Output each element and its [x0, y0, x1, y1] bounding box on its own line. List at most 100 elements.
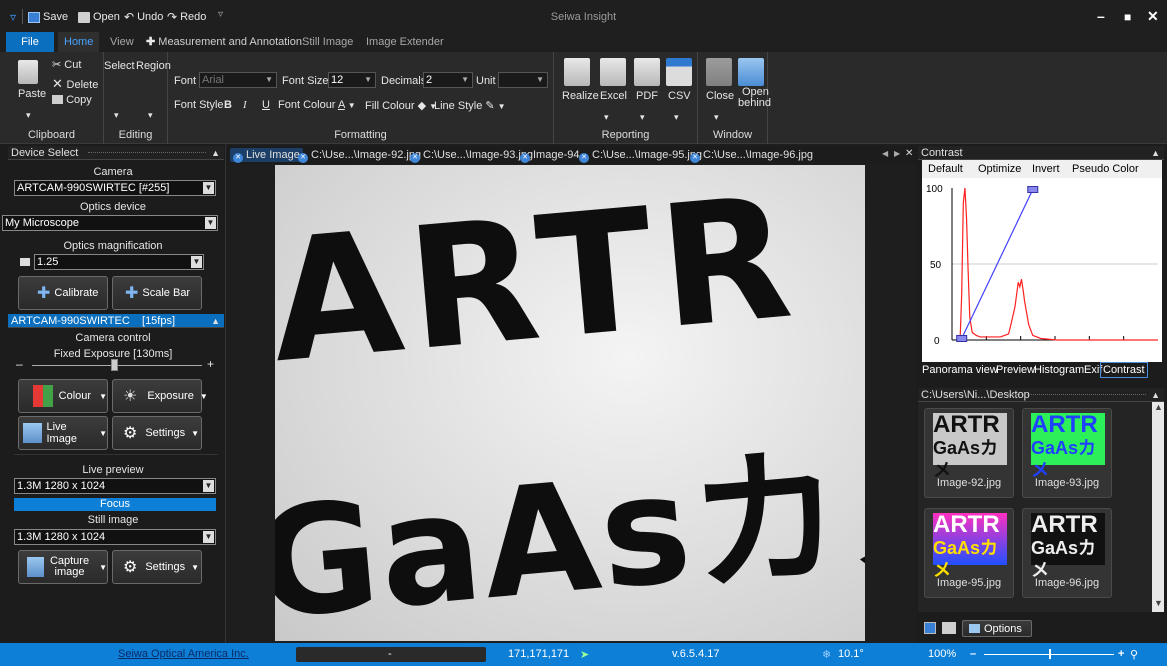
scroll-up-icon[interactable]: ▲ — [1154, 402, 1163, 412]
pdf-button[interactable]: PDF — [636, 90, 658, 102]
contrast-tab-optimize[interactable]: Optimize — [978, 163, 1021, 175]
close-icon[interactable]: ✕ — [579, 153, 589, 163]
curve-handle[interactable] — [956, 334, 968, 342]
zoom-out-icon[interactable]: – — [970, 648, 976, 660]
live-image-button[interactable]: Live Image ▼ — [18, 416, 108, 450]
open-behind-button-line2[interactable]: behind — [738, 97, 771, 109]
cut-button[interactable]: ✂ Cut — [52, 58, 81, 71]
zoom-slider-thumb[interactable] — [1049, 649, 1051, 659]
font-colour-button[interactable]: Font Colour A ▼ — [278, 99, 356, 111]
camera-select[interactable]: ARTCAM-990SWIRTEC [#255] ▼ — [14, 180, 216, 196]
optics-select[interactable]: My Microscope ▼ — [2, 215, 218, 231]
select-button[interactable]: Select — [104, 60, 135, 72]
pdf-dropdown-icon[interactable]: ▾ — [640, 112, 645, 123]
exposure-slider-thumb[interactable] — [110, 359, 118, 371]
scroll-down-icon[interactable]: ▼ — [1154, 598, 1163, 608]
exposure-button[interactable]: ☀ Exposure ▼ — [112, 379, 208, 413]
colour-button[interactable]: Colour ▼ — [18, 379, 108, 413]
maximize-icon[interactable]: ■ — [1124, 10, 1131, 24]
exposure-decrease[interactable]: – — [16, 357, 23, 371]
save-icon[interactable] — [924, 622, 936, 634]
font-size-select[interactable]: 12 ▼ — [328, 72, 376, 88]
capture-image-button[interactable]: Capture image ▼ — [18, 550, 108, 584]
delete-button[interactable]: ✕ Delete — [52, 76, 98, 92]
doc-tab-live[interactable]: ✕ Live Image — [230, 148, 303, 163]
still-image-select[interactable]: 1.3M 1280 x 1024 ▼ — [14, 529, 216, 545]
folder-icon[interactable] — [942, 622, 956, 634]
tab-preview[interactable]: Preview — [996, 364, 1035, 376]
scrollbar[interactable]: ▲ ▼ — [1152, 402, 1164, 612]
font-select[interactable]: Arial ▼ — [199, 72, 277, 88]
scroll-tabs-right-icon[interactable]: ▶ — [894, 149, 900, 158]
doc-tab-95[interactable]: ✕ C:\Use...\Image-95.jpg — [579, 148, 702, 163]
tab-panorama[interactable]: Panorama view — [922, 364, 998, 376]
close-icon[interactable]: ✕ — [690, 153, 700, 163]
tab-contrast[interactable]: Contrast — [1100, 362, 1148, 378]
italic-button[interactable]: I — [243, 99, 247, 111]
close-window-button[interactable]: Close — [706, 90, 734, 102]
doc-tab-92[interactable]: ✕ C:\Use...\Image-92.jpg — [298, 148, 421, 163]
thumbnail-item[interactable]: ARTR GaAsカメ Image-96.jpg — [1022, 508, 1112, 598]
region-dropdown-icon[interactable]: ▾ — [148, 110, 153, 121]
pin-icon[interactable]: ▲ — [211, 314, 220, 327]
tab-view[interactable]: View — [104, 32, 140, 52]
calibrate-button[interactable]: ✚ Calibrate — [18, 276, 108, 310]
scroll-tabs-left-icon[interactable]: ◀ — [882, 149, 888, 158]
excel-dropdown-icon[interactable]: ▾ — [604, 112, 609, 123]
tab-home[interactable]: Home — [58, 32, 100, 52]
csv-dropdown-icon[interactable]: ▾ — [674, 112, 679, 123]
paste-dropdown-icon[interactable]: ▾ — [26, 110, 31, 121]
close-tab-icon[interactable]: ✕ — [905, 148, 913, 159]
tab-still-image[interactable]: Still Image — [296, 32, 359, 52]
minimize-icon[interactable]: – — [1097, 8, 1105, 24]
close-icon[interactable]: ✕ — [520, 153, 530, 163]
contrast-tab-invert[interactable]: Invert — [1032, 163, 1060, 175]
close-icon[interactable]: ✕ — [410, 153, 420, 163]
doc-tab-94[interactable]: ✕ Image-94 — [520, 148, 579, 163]
pin-icon[interactable]: ▲ — [1151, 146, 1160, 159]
csv-button[interactable]: CSV — [668, 90, 691, 102]
close-icon[interactable]: ✕ — [298, 153, 308, 163]
focus-button[interactable]: Focus — [14, 498, 216, 511]
pin-icon[interactable]: ▲ — [1151, 388, 1160, 401]
thumbnail-item[interactable]: ARTR GaAsカメ Image-92.jpg — [924, 408, 1014, 498]
tab-file[interactable]: File — [6, 32, 54, 52]
company-link[interactable]: Seiwa Optical America Inc. — [118, 648, 249, 660]
magnification-select[interactable]: 1.25 ▼ — [34, 254, 204, 270]
thumbnail-item[interactable]: ARTR GaAsカメ Image-93.jpg — [1022, 408, 1112, 498]
exposure-increase[interactable]: + — [207, 357, 214, 371]
close-icon[interactable]: ✕ — [233, 153, 243, 163]
line-style-button[interactable]: Line Style ✎ ▼ — [434, 99, 506, 112]
magnifier-icon[interactable]: ⚲ — [1130, 648, 1138, 661]
scale-bar-button[interactable]: ✚ Scale Bar — [112, 276, 202, 310]
fill-colour-button[interactable]: Fill Colour ◆ ▼ — [365, 99, 437, 112]
curve-handle[interactable] — [1027, 186, 1039, 194]
copy-button[interactable]: Copy — [52, 94, 92, 106]
bold-button[interactable]: B — [224, 99, 232, 111]
zoom-in-icon[interactable]: + — [1118, 648, 1124, 660]
decimals-select[interactable]: 2 ▼ — [423, 72, 473, 88]
tab-histogram[interactable]: Histogram — [1034, 364, 1084, 376]
doc-tab-96[interactable]: ✕ C:\Use...\Image-96.jpg — [690, 148, 813, 163]
close-icon[interactable]: ✕ — [1147, 8, 1159, 25]
doc-tab-93[interactable]: ✕ C:\Use...\Image-93.jpg — [410, 148, 533, 163]
realize-button[interactable]: Realize — [562, 90, 599, 102]
pin-icon[interactable]: ▲ — [211, 146, 220, 159]
contrast-tab-default[interactable]: Default — [928, 163, 963, 175]
excel-button[interactable]: Excel — [600, 90, 627, 102]
close-dropdown-icon[interactable]: ▾ — [714, 112, 719, 123]
contrast-tab-pseudo-color[interactable]: Pseudo Color — [1072, 163, 1139, 175]
underline-button[interactable]: U — [262, 99, 270, 111]
options-button[interactable]: Options — [962, 620, 1032, 637]
still-settings-button[interactable]: ⚙ Settings ▼ — [112, 550, 202, 584]
settings-button[interactable]: ⚙ Settings ▼ — [112, 416, 202, 450]
region-button[interactable]: Region — [136, 60, 171, 72]
live-preview-select[interactable]: 1.3M 1280 x 1024 ▼ — [14, 478, 216, 494]
tab-image-extender[interactable]: Image Extender — [360, 32, 450, 52]
unit-select[interactable]: ▼ — [498, 72, 548, 88]
select-dropdown-icon[interactable]: ▾ — [114, 110, 119, 121]
image-viewer[interactable]: ARTR GaAsカメ — [275, 165, 865, 641]
thumbnail-item[interactable]: ARTR GaAsカメ Image-95.jpg — [924, 508, 1014, 598]
paste-button[interactable]: Paste — [18, 88, 46, 100]
tab-measurement[interactable]: ✚ Measurement and Annotation — [140, 32, 308, 52]
